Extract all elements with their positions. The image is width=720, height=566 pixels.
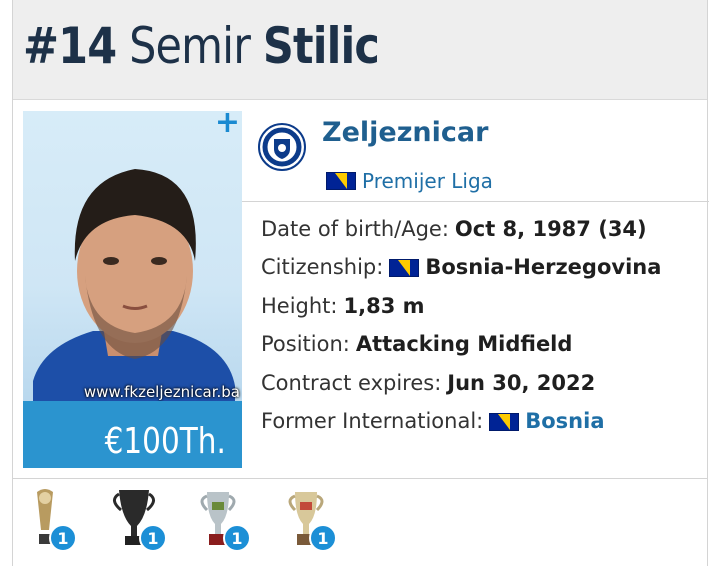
market-value-box[interactable]: €100Th. xyxy=(23,401,242,468)
trophy-count-badge: 1 xyxy=(139,524,167,552)
detail-contract-expires: Contract expires: Jun 30, 2022 xyxy=(261,364,701,403)
detail-position: Position: Attacking Midfield xyxy=(261,326,701,365)
trophy-count-badge: 1 xyxy=(309,524,337,552)
player-portrait-image xyxy=(33,169,235,401)
detail-label: Height: xyxy=(261,293,338,318)
detail-height: Height: 1,83 m xyxy=(261,287,701,326)
player-card: #14 Semir Stilic + www.fkzeljeznicar.ba … xyxy=(12,0,709,566)
detail-label: Date of birth/Age: xyxy=(261,216,449,241)
trophy-silver-cup-icon[interactable]: 1 xyxy=(195,486,253,556)
detail-value: Attacking Midfield xyxy=(355,332,573,357)
bosnia-flag-icon xyxy=(326,172,356,190)
player-last-name: Stilic xyxy=(262,17,380,75)
player-header: #14 Semir Stilic xyxy=(13,0,707,100)
trophy-gold-cup-icon[interactable]: 1 xyxy=(283,486,341,556)
league-name: Premijer Liga xyxy=(362,169,493,193)
club-info: Zeljeznicar Premijer Liga xyxy=(242,111,709,201)
trophy-count-badge: 1 xyxy=(223,524,251,552)
detail-value: 1,83 m xyxy=(343,293,425,318)
detail-value: Bosnia-Herzegovina xyxy=(425,255,662,280)
trophy-divider xyxy=(13,478,707,479)
detail-citizenship: Citizenship: Bosnia-Herzegovina xyxy=(261,249,701,288)
league-link[interactable]: Premijer Liga xyxy=(326,169,493,193)
detail-label: Position: xyxy=(261,332,350,357)
bosnia-flag-icon xyxy=(489,412,520,431)
photo-credit: www.fkzeljeznicar.ba xyxy=(83,383,240,401)
detail-value: Jun 30, 2022 xyxy=(447,370,596,395)
detail-label: Citizenship: xyxy=(261,255,384,280)
shirt-number: #14 xyxy=(23,17,117,75)
bosnia-flag-icon xyxy=(389,258,420,277)
detail-value: Oct 8, 1987 (34) xyxy=(454,216,647,241)
club-name-link[interactable]: Zeljeznicar xyxy=(322,117,488,148)
national-team-link[interactable]: Bosnia xyxy=(525,405,604,438)
player-photo[interactable]: + www.fkzeljeznicar.ba xyxy=(23,111,242,401)
market-value: €100Th. xyxy=(104,421,226,462)
detail-label: Contract expires: xyxy=(261,370,442,395)
detail-date-of-birth: Date of birth/Age: Oct 8, 1987 (34) xyxy=(261,210,701,249)
add-icon[interactable]: + xyxy=(215,111,240,140)
club-crest-icon[interactable] xyxy=(258,123,306,171)
player-first-name: Semir xyxy=(129,17,251,75)
trophy-small-icon[interactable]: 1 xyxy=(25,486,83,556)
detail-label: Former International: xyxy=(261,409,484,434)
player-details: Date of birth/Age: Oct 8, 1987 (34) Citi… xyxy=(261,210,701,441)
club-divider xyxy=(242,201,709,202)
player-photo-box: + www.fkzeljeznicar.ba €100Th. xyxy=(23,111,242,468)
player-title: #14 Semir Stilic xyxy=(23,14,380,78)
trophy-cup-icon[interactable]: 1 xyxy=(109,486,167,556)
trophy-count-badge: 1 xyxy=(49,524,77,552)
detail-former-international: Former International: Bosnia xyxy=(261,403,701,442)
